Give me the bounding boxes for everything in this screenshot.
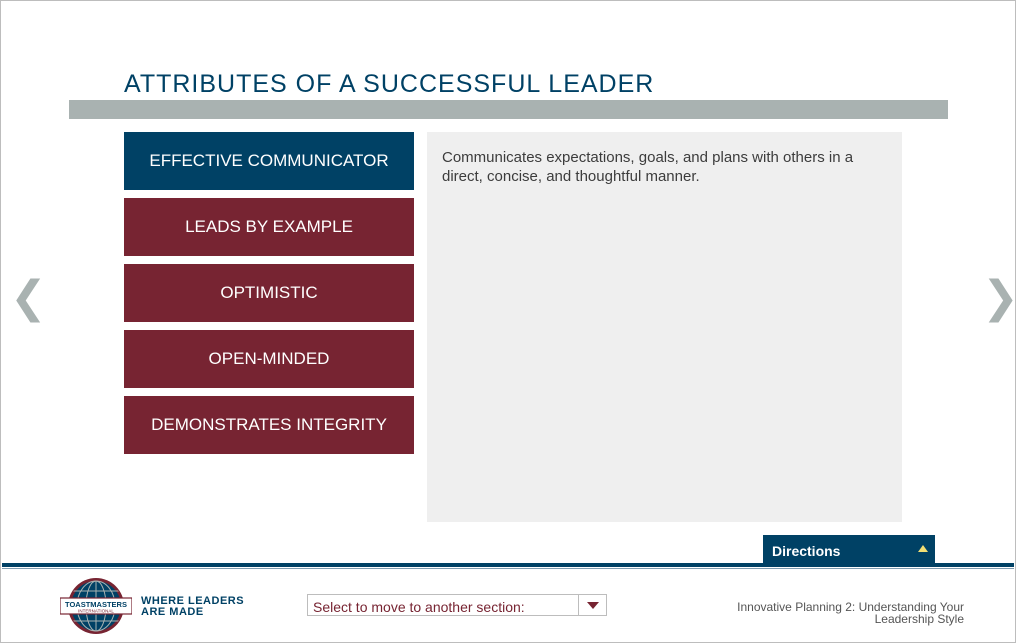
footer-divider: [2, 563, 1014, 567]
slide-title: ATTRIBUTES OF A SUCCESSFUL LEADER: [124, 70, 655, 98]
directions-label: Directions: [772, 543, 841, 559]
attribute-description-text: Communicates expectations, goals, and pl…: [442, 149, 854, 185]
logo-tagline-line2: ARE MADE: [141, 606, 204, 618]
section-select-dropdown[interactable]: Select to move to another section:: [307, 594, 607, 616]
chevron-down-icon: [587, 602, 599, 609]
logo-sub-text: INTERNATIONAL: [78, 609, 114, 614]
footer-divider-thin: [2, 568, 1014, 569]
tab-optimistic[interactable]: OPTIMISTIC: [124, 264, 414, 322]
course-title: Innovative Planning 2: Understanding You…: [737, 600, 964, 626]
tab-effective-communicator[interactable]: EFFECTIVE COMMUNICATOR: [124, 132, 414, 190]
tab-leads-by-example[interactable]: LEADS BY EXAMPLE: [124, 198, 414, 256]
tab-open-minded[interactable]: OPEN-MINDED: [124, 330, 414, 388]
attribute-tab-list: EFFECTIVE COMMUNICATOR LEADS BY EXAMPLE …: [124, 132, 414, 462]
chevron-right-icon[interactable]: ❯: [982, 276, 1016, 320]
attribute-description-panel: Communicates expectations, goals, and pl…: [427, 132, 902, 522]
directions-button[interactable]: Directions: [763, 535, 935, 563]
title-underline-bar: [69, 100, 948, 119]
tab-demonstrates-integrity[interactable]: DEMONSTRATES INTEGRITY: [124, 396, 414, 454]
chevron-left-icon[interactable]: ❮: [10, 276, 47, 320]
dropdown-toggle-button[interactable]: [578, 595, 606, 615]
logo-tagline: WHERE LEADERS ARE MADE: [141, 596, 244, 618]
toastmasters-globe-logo: TOASTMASTERS INTERNATIONAL: [60, 578, 132, 634]
caret-up-icon: [918, 545, 928, 552]
section-select-label: Select to move to another section:: [313, 599, 525, 615]
